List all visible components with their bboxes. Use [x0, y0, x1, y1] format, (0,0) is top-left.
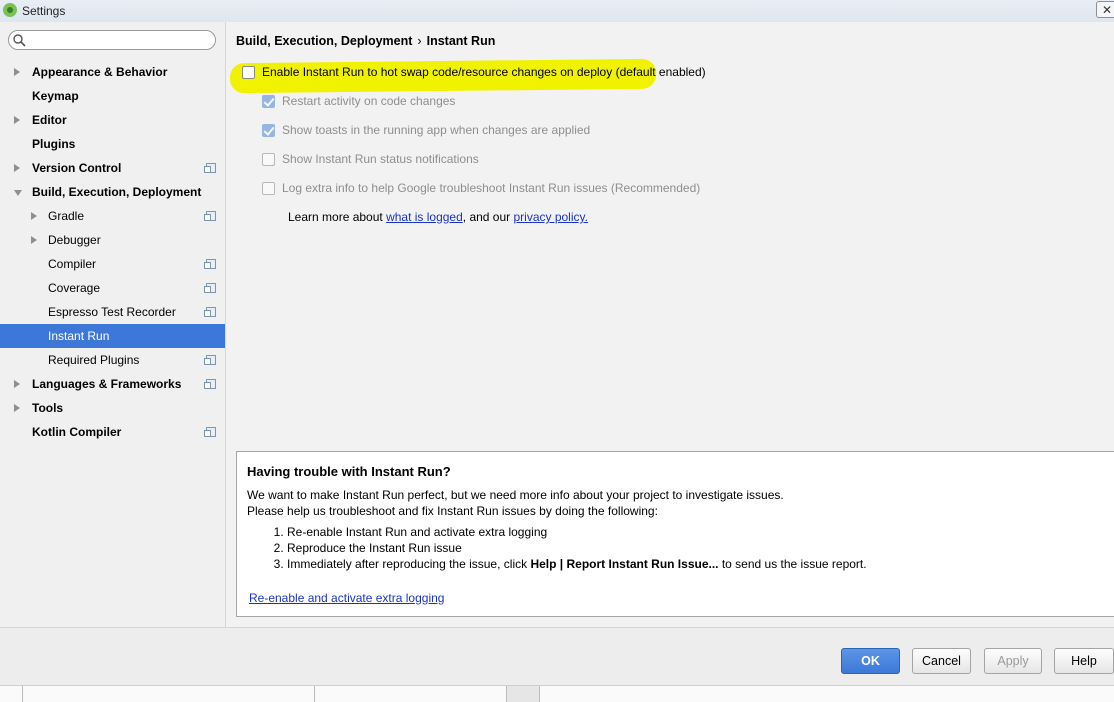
enable-instant-run-label: Enable Instant Run to hot swap code/reso…	[262, 65, 706, 79]
ok-button[interactable]: OK	[841, 648, 900, 674]
expand-arrow-down-icon[interactable]	[14, 190, 22, 196]
dialog-footer: OK Cancel Apply Help	[0, 627, 1114, 686]
title-bar: Settings ✕	[0, 0, 1114, 23]
project-settings-icon	[204, 379, 216, 389]
sidebar-item-gradle[interactable]: Gradle	[0, 204, 225, 228]
apply-button[interactable]: Apply	[984, 648, 1042, 674]
project-settings-icon	[204, 211, 216, 221]
status-notifications-checkbox[interactable]	[262, 153, 275, 166]
learn-more-middle: , and our	[462, 210, 514, 224]
step3-suffix: to send us the issue report.	[718, 557, 867, 571]
sidebar-item-label: Espresso Test Recorder	[48, 305, 176, 319]
expand-arrow-right-icon[interactable]	[31, 212, 37, 220]
project-settings-icon	[204, 307, 216, 317]
sidebar-item-editor[interactable]: Editor	[0, 108, 225, 132]
enable-instant-run-checkbox[interactable]	[242, 66, 255, 79]
sidebar-item-coverage[interactable]: Coverage	[0, 276, 225, 300]
trouble-panel: Having trouble with Instant Run? We want…	[236, 451, 1114, 617]
reenable-logging-link[interactable]: Re-enable and activate extra logging	[249, 591, 444, 605]
sidebar-item-label: Kotlin Compiler	[32, 425, 122, 439]
settings-tree: Appearance & Behavior Keymap Editor Plugins…	[0, 60, 225, 444]
trouble-step: Reproduce the Instant Run issue	[287, 540, 867, 556]
help-button[interactable]: Help	[1054, 648, 1114, 674]
step3-prefix: Immediately after reproducing the issue,…	[287, 557, 531, 571]
sidebar-item-label: Editor	[32, 113, 67, 127]
cancel-button[interactable]: Cancel	[912, 648, 971, 674]
sidebar-item-label: Instant Run	[48, 329, 110, 343]
sidebar-item-label: Version Control	[32, 161, 122, 175]
breadcrumb-current: Instant Run	[426, 34, 496, 48]
trouble-step: Immediately after reproducing the issue,…	[287, 556, 867, 572]
sidebar-item-compiler[interactable]: Compiler	[0, 252, 225, 276]
trouble-line-1: We want to make Instant Run perfect, but…	[247, 488, 784, 502]
restart-activity-label: Restart activity on code changes	[282, 94, 456, 108]
sidebar-item-label: Coverage	[48, 281, 101, 295]
background-window-strip	[0, 685, 1114, 702]
android-studio-icon	[3, 3, 17, 17]
status-notifications-label: Show Instant Run status notifications	[282, 152, 479, 166]
learn-more-text: Learn more about what is logged, and our…	[288, 210, 588, 224]
expand-arrow-right-icon[interactable]	[14, 116, 20, 124]
search-icon	[13, 34, 26, 47]
expand-arrow-right-icon[interactable]	[31, 236, 37, 244]
sidebar-item-kotlin-compiler[interactable]: Kotlin Compiler	[0, 420, 225, 444]
sidebar-item-label: Keymap	[32, 89, 79, 103]
breadcrumb-separator: ›	[417, 34, 422, 48]
settings-search-box[interactable]	[8, 30, 216, 50]
project-settings-icon	[204, 355, 216, 365]
project-settings-icon	[204, 427, 216, 437]
sidebar-item-build-execution-deployment[interactable]: Build, Execution, Deployment	[0, 180, 225, 204]
project-settings-icon	[204, 163, 216, 173]
sidebar-item-label: Required Plugins	[48, 353, 140, 367]
sidebar-item-appearance-behavior[interactable]: Appearance & Behavior	[0, 60, 225, 84]
trouble-step: Re-enable Instant Run and activate extra…	[287, 524, 867, 540]
sidebar-item-instant-run[interactable]: Instant Run	[0, 324, 225, 348]
sidebar-item-keymap[interactable]: Keymap	[0, 84, 225, 108]
sidebar-item-version-control[interactable]: Version Control	[0, 156, 225, 180]
expand-arrow-right-icon[interactable]	[14, 380, 20, 388]
sidebar-item-tools[interactable]: Tools	[0, 396, 225, 420]
sidebar-item-plugins[interactable]: Plugins	[0, 132, 225, 156]
restart-activity-checkbox[interactable]	[262, 95, 275, 108]
privacy-policy-link[interactable]: privacy policy.	[513, 210, 587, 224]
trouble-steps: Re-enable Instant Run and activate extra…	[267, 524, 867, 572]
sidebar-item-languages-frameworks[interactable]: Languages & Frameworks	[0, 372, 225, 396]
sidebar-item-label: Compiler	[48, 257, 97, 271]
settings-content: Build, Execution, Deployment › Instant Run…	[226, 22, 1114, 627]
sidebar-item-label: Build, Execution, Deployment	[32, 185, 202, 199]
expand-arrow-right-icon[interactable]	[14, 164, 20, 172]
project-settings-icon	[204, 259, 216, 269]
show-toasts-label: Show toasts in the running app when chan…	[282, 123, 591, 137]
settings-search-input[interactable]	[29, 32, 213, 50]
sidebar-item-required-plugins[interactable]: Required Plugins	[0, 348, 225, 372]
close-window-button[interactable]: ✕	[1096, 1, 1114, 18]
trouble-title: Having trouble with Instant Run?	[247, 464, 451, 479]
show-toasts-checkbox[interactable]	[262, 124, 275, 137]
expand-arrow-right-icon[interactable]	[14, 404, 20, 412]
sidebar-item-label: Debugger	[48, 233, 101, 247]
what-is-logged-link[interactable]: what is logged	[386, 210, 463, 224]
expand-arrow-right-icon[interactable]	[14, 68, 20, 76]
step3-menu-path: Help | Report Instant Run Issue...	[530, 557, 719, 571]
settings-sidebar: Appearance & Behavior Keymap Editor Plugins…	[0, 22, 226, 627]
sidebar-item-label: Languages & Frameworks	[32, 377, 182, 391]
sidebar-item-espresso-test-recorder[interactable]: Espresso Test Recorder	[0, 300, 225, 324]
window-title: Settings	[22, 4, 66, 18]
sidebar-item-label: Tools	[32, 401, 64, 415]
sidebar-item-label: Appearance & Behavior	[32, 65, 168, 79]
project-settings-icon	[204, 283, 216, 293]
sidebar-item-label: Gradle	[48, 209, 85, 223]
sidebar-item-label: Plugins	[32, 137, 76, 151]
learn-more-prefix: Learn more about	[288, 210, 387, 224]
sidebar-item-debugger[interactable]: Debugger	[0, 228, 225, 252]
breadcrumb: Build, Execution, Deployment › Instant Run	[236, 34, 495, 48]
log-extra-info-label: Log extra info to help Google troublesho…	[282, 181, 701, 195]
log-extra-info-checkbox[interactable]	[262, 182, 275, 195]
trouble-line-2: Please help us troubleshoot and fix Inst…	[247, 504, 658, 518]
breadcrumb-parent: Build, Execution, Deployment	[236, 34, 413, 48]
